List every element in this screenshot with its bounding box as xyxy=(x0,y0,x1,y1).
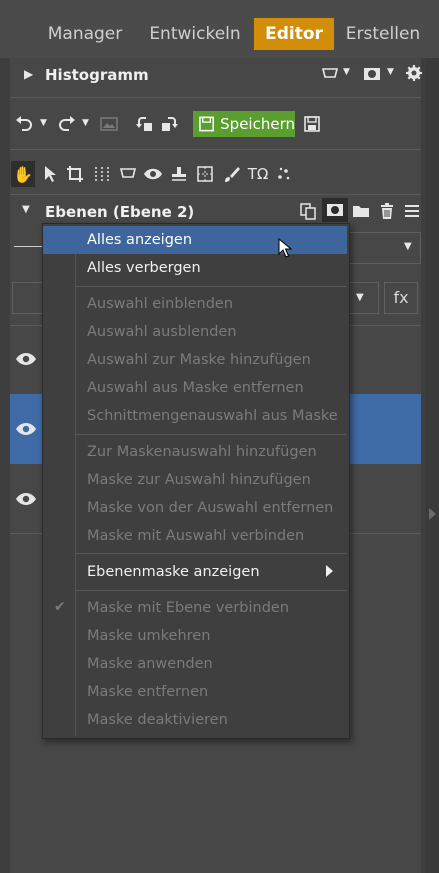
menu-item-auswahl-einblenden[interactable]: Auswahl einblenden xyxy=(43,290,347,318)
menu-item-maske-entfernen[interactable]: Maske entfernen xyxy=(43,678,347,706)
trash-icon[interactable] xyxy=(375,199,399,223)
straighten-icon[interactable] xyxy=(90,162,114,186)
save-as-icon[interactable] xyxy=(300,112,324,136)
tab-editor[interactable]: Editor xyxy=(254,18,334,50)
pointer-icon[interactable] xyxy=(38,162,62,186)
menu-item-auswahl-ausblenden[interactable]: Auswahl ausblenden xyxy=(43,318,347,346)
tab-entwickeln[interactable]: Entwickeln xyxy=(144,18,246,50)
divider xyxy=(10,194,421,195)
menu-item-maske-mit-ebene[interactable]: Maske mit Ebene verbinden xyxy=(43,594,347,622)
menu-item-zur-maskenauswahl[interactable]: Zur Maskenauswahl hinzufügen xyxy=(43,438,347,466)
menu-item-maske-umkehren[interactable]: Maske umkehren xyxy=(43,622,347,650)
eye-icon[interactable] xyxy=(14,487,38,511)
layer-type-button[interactable] xyxy=(12,282,46,314)
submenu-arrow-icon xyxy=(326,565,333,577)
menu-icon[interactable] xyxy=(400,199,424,223)
gear-icon[interactable] xyxy=(402,61,426,85)
mask-display-icon[interactable] xyxy=(360,62,384,86)
fx-button[interactable]: fx xyxy=(384,282,418,314)
eye-icon[interactable] xyxy=(14,417,38,441)
chevron-down-icon[interactable]: ▼ xyxy=(387,67,394,77)
save-button[interactable]: Speichern xyxy=(193,111,295,137)
crop-icon[interactable] xyxy=(63,162,87,186)
chevron-down-icon[interactable]: ▼ xyxy=(40,118,47,128)
save-label: Speichern xyxy=(220,115,295,133)
menu-item-schnittmengenauswahl[interactable]: Schnittmengenauswahl aus Maske xyxy=(43,402,347,430)
eye-icon[interactable] xyxy=(14,347,38,371)
tab-manager[interactable]: Manager xyxy=(42,18,128,50)
menu-item-alles-verbergen[interactable]: Alles verbergen xyxy=(43,254,347,282)
menu-separator xyxy=(76,590,346,591)
blend-line xyxy=(14,246,42,247)
menu-separator xyxy=(76,286,346,287)
hand-icon[interactable]: ✋ xyxy=(11,162,35,186)
redo-icon[interactable] xyxy=(55,112,79,136)
mouse-cursor-icon xyxy=(278,237,293,262)
menu-item-maske-anwenden[interactable]: Maske anwenden xyxy=(43,650,347,678)
menu-item-auswahl-zur-maske[interactable]: Auswahl zur Maske hinzufügen xyxy=(43,346,347,374)
rotate-right-icon[interactable] xyxy=(157,112,181,136)
menu-separator xyxy=(76,553,346,554)
image-icon[interactable] xyxy=(97,112,121,136)
menu-item-maske-mit-auswahl[interactable]: Maske mit Auswahl verbinden xyxy=(43,522,347,550)
chevron-down-icon[interactable]: ▼ xyxy=(343,67,350,77)
layers-title: Ebenen (Ebene 2) xyxy=(45,203,195,221)
duplicate-layer-icon[interactable] xyxy=(296,199,320,223)
rotate-left-icon[interactable] xyxy=(133,112,157,136)
menu-item-alles-anzeigen[interactable]: Alles anzeigen xyxy=(43,226,347,254)
histogram-title: Histogramm xyxy=(45,66,149,84)
menu-item-maske-zur-auswahl[interactable]: Maske zur Auswahl hinzufügen xyxy=(43,466,347,494)
stamp-icon[interactable] xyxy=(167,162,191,186)
expand-arrow-icon[interactable] xyxy=(429,508,436,520)
divider xyxy=(10,149,421,150)
divider xyxy=(10,97,421,98)
menu-separator xyxy=(76,434,346,435)
eye-tool-icon[interactable] xyxy=(141,162,165,186)
chevron-down-icon[interactable]: ▼ xyxy=(356,292,364,303)
menu-item-ebenenmaske-anzeigen[interactable]: Ebenenmaske anzeigen xyxy=(43,558,347,586)
text-tool-icon[interactable]: TΩ xyxy=(246,162,270,186)
mask-icon[interactable] xyxy=(323,198,347,222)
lasso-icon[interactable] xyxy=(116,162,140,186)
chevron-down-icon[interactable]: ▼ xyxy=(82,118,89,128)
gradient-icon[interactable] xyxy=(193,162,217,186)
menu-item-maske-deaktivieren[interactable]: Maske deaktivieren xyxy=(43,706,347,734)
menu-item-maske-von-auswahl[interactable]: Maske von der Auswahl entfernen xyxy=(43,494,347,522)
panel-collapse-strip[interactable] xyxy=(426,58,439,873)
collapse-layers-icon[interactable]: ▼ xyxy=(22,204,30,215)
tab-erstellen[interactable]: Erstellen xyxy=(344,18,422,50)
effects-icon[interactable] xyxy=(272,162,296,186)
folder-icon[interactable] xyxy=(349,199,373,223)
menu-item-auswahl-aus-maske[interactable]: Auswahl aus Maske entfernen xyxy=(43,374,347,402)
undo-icon[interactable] xyxy=(12,112,36,136)
save-icon xyxy=(199,116,214,132)
chevron-down-icon[interactable]: ▼ xyxy=(404,241,412,252)
expand-histogram-icon[interactable]: ▶ xyxy=(24,67,33,81)
histogram-select-icon[interactable] xyxy=(318,62,342,86)
brush-icon[interactable] xyxy=(220,162,244,186)
